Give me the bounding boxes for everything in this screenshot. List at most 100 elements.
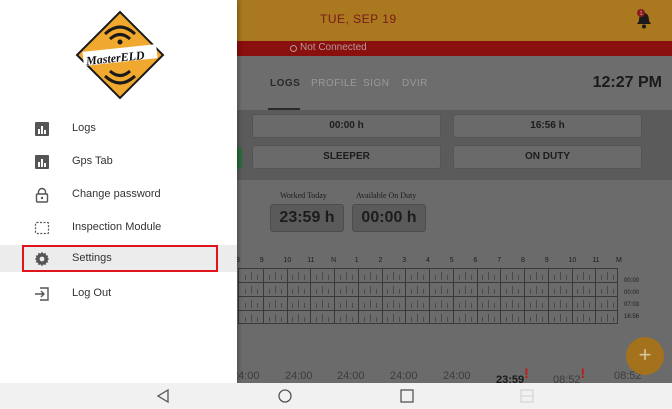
grid-tick <box>298 272 300 280</box>
grid-hour-line <box>571 269 573 323</box>
current-time: 12:27 PM <box>592 74 662 91</box>
grid-tick <box>268 317 270 322</box>
grid-tick <box>328 289 330 294</box>
grid-tick <box>375 317 377 322</box>
grid-tick <box>613 303 615 308</box>
grid-tick <box>280 289 282 294</box>
grid-tick <box>535 300 537 308</box>
weekly-total-value: 24:00 <box>337 370 365 382</box>
grid-tick <box>387 275 389 280</box>
grid-tick <box>345 300 347 308</box>
home-icon[interactable] <box>278 389 292 403</box>
grid-tick <box>316 275 318 280</box>
grid-tick <box>440 314 442 322</box>
grid-tick <box>268 303 270 308</box>
grid-tick <box>369 314 371 322</box>
grid-tick <box>482 289 484 294</box>
grid-tick <box>411 303 413 308</box>
status-button-on-duty[interactable]: ON DUTY <box>453 145 642 169</box>
grid-tick <box>565 317 567 322</box>
grid-tick <box>559 272 561 280</box>
grid-tick <box>434 303 436 308</box>
grid-tick <box>512 272 514 280</box>
grid-hour-line <box>334 269 335 323</box>
grid-tick <box>375 275 377 280</box>
grid-tick <box>488 272 490 280</box>
menu-item-log-out[interactable]: Log Out <box>0 278 237 310</box>
grid-tick <box>529 303 531 308</box>
grid-tick <box>506 289 508 294</box>
grid-tick <box>292 275 294 280</box>
weekly-total: 24:00 <box>337 370 365 382</box>
grid-tick <box>399 289 401 294</box>
grid-tick <box>423 289 425 294</box>
grid-tick <box>601 317 603 322</box>
grid-tick <box>393 272 395 280</box>
grid-tick <box>613 275 615 280</box>
grid-tick <box>256 289 258 294</box>
hour-label: 4 <box>426 257 430 264</box>
row-total: 16:56 <box>624 314 640 320</box>
grid-tick <box>322 300 324 308</box>
grid-tick <box>351 275 353 280</box>
grid-tick <box>339 317 341 322</box>
status-button-sleeper[interactable]: SLEEPER <box>252 145 441 169</box>
hour-label: 6 <box>473 257 478 264</box>
tab-profile[interactable]: PROFILE <box>311 78 357 89</box>
grid-tick <box>446 289 448 294</box>
alert-icon: ! <box>580 365 586 381</box>
menu-item-logs[interactable]: Logs <box>0 113 237 145</box>
grid-tick <box>363 303 365 308</box>
hour-label: N <box>331 257 337 264</box>
inspection-icon <box>34 221 50 235</box>
grid-tick <box>464 286 466 294</box>
grid-tick <box>541 317 543 322</box>
hour-label: 9 <box>259 257 264 264</box>
menu-item-gps-tab[interactable]: Gps Tab <box>0 146 237 178</box>
grid-tick <box>304 289 306 294</box>
tab-sign[interactable]: SIGN <box>363 78 389 89</box>
grid-tick <box>577 303 579 308</box>
tab-dvir[interactable]: DVIR <box>402 78 428 89</box>
hour-label: 5 <box>449 257 454 264</box>
grid-tick <box>411 275 413 280</box>
back-icon[interactable] <box>156 389 170 403</box>
grid-tick <box>274 314 276 322</box>
menu-item-inspection-module[interactable]: Inspection Module <box>0 212 237 244</box>
grid-tick <box>399 303 401 308</box>
weekly-total: 24:00 <box>390 370 418 382</box>
hour-label: 9 <box>544 257 549 264</box>
grid-tick <box>280 275 282 280</box>
menu-item-change-password[interactable]: Change password <box>0 179 237 211</box>
grid-hour-line <box>286 269 288 323</box>
grid-tick <box>316 289 318 294</box>
grid-tick <box>589 303 591 308</box>
bar-chart-icon <box>35 122 49 136</box>
selection-highlight-box <box>22 245 218 272</box>
notification-bell-icon[interactable]: 1 <box>636 8 652 30</box>
grid-tick <box>244 317 246 322</box>
grid-tick <box>559 286 561 294</box>
grid-tick <box>322 272 324 280</box>
weekly-total-value: 24:00 <box>390 370 418 382</box>
grid-tick <box>345 286 347 294</box>
grid-tick <box>518 275 520 280</box>
tab-logs[interactable]: LOGS <box>270 78 300 89</box>
grid-tick <box>446 303 448 308</box>
grid-tick <box>535 272 537 280</box>
grid-tick <box>304 275 306 280</box>
grid-tick <box>411 317 413 322</box>
grid-tick <box>369 272 371 280</box>
grid-tick <box>482 275 484 280</box>
split-screen-icon[interactable] <box>520 389 534 403</box>
worked-today-value: 23:59 h <box>270 204 344 232</box>
grid-tick <box>250 286 252 294</box>
add-button[interactable]: + <box>626 337 664 375</box>
grid-tick <box>583 300 585 308</box>
grid-tick <box>423 317 425 322</box>
grid-tick <box>250 272 252 280</box>
grid-tick <box>518 317 520 322</box>
recents-icon[interactable] <box>400 389 414 403</box>
grid-tick <box>387 289 389 294</box>
grid-tick <box>512 314 514 322</box>
